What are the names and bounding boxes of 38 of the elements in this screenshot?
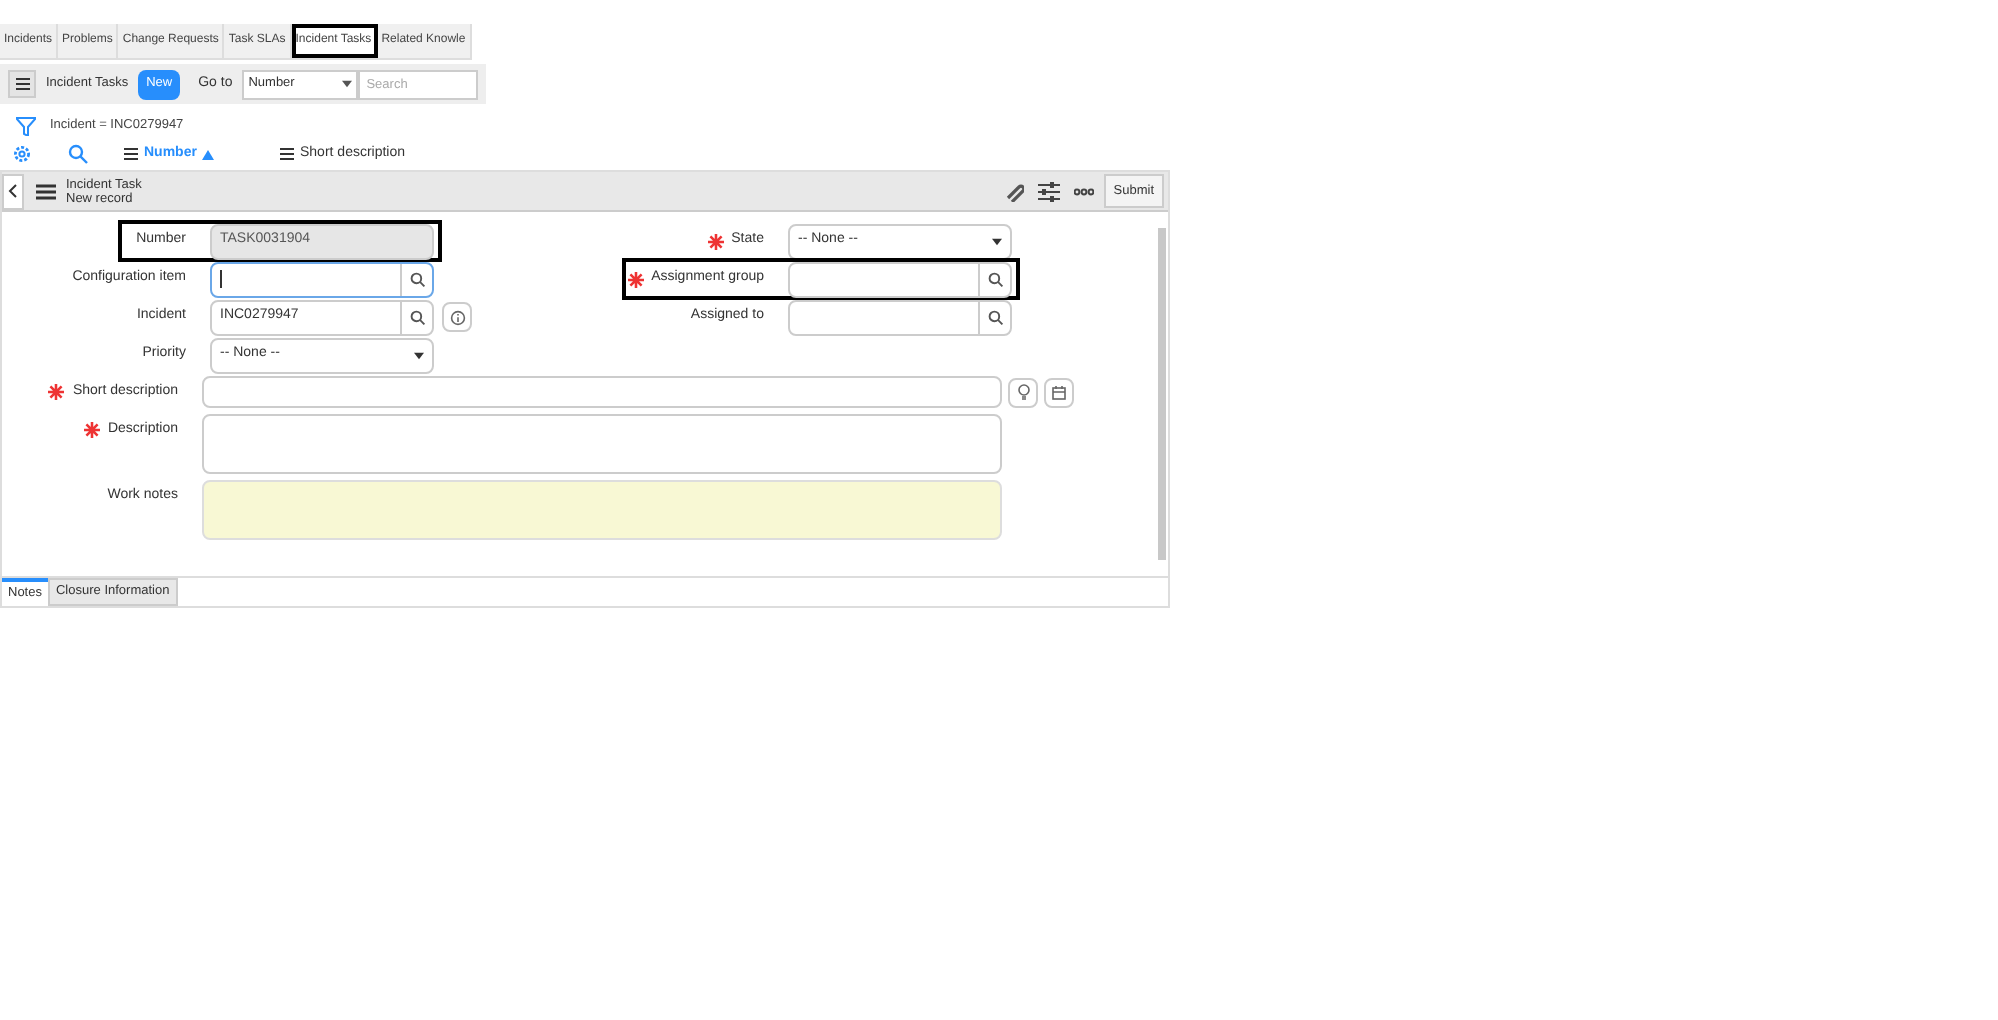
scrollbar[interactable] xyxy=(1158,228,1166,560)
search-icon xyxy=(987,271,1003,287)
menu-button[interactable] xyxy=(8,70,36,98)
description-field[interactable] xyxy=(202,414,1002,474)
column-menu-icon[interactable] xyxy=(280,148,294,160)
required-icon xyxy=(627,271,644,287)
dropdown-icon xyxy=(414,351,424,359)
paperclip-icon[interactable] xyxy=(1003,181,1024,201)
work-notes-field[interactable] xyxy=(202,480,1002,540)
dropdown-icon xyxy=(992,237,1002,245)
back-button[interactable] xyxy=(2,173,24,209)
dropdown-icon xyxy=(342,80,353,88)
search-icon xyxy=(409,309,425,325)
info-icon xyxy=(449,309,465,325)
lightbulb-icon xyxy=(1017,384,1029,400)
search-icon[interactable] xyxy=(68,144,88,164)
template-button[interactable] xyxy=(1044,377,1074,407)
reference-field[interactable] xyxy=(788,299,1012,335)
menu-icon[interactable] xyxy=(36,183,56,199)
required-icon xyxy=(83,422,100,439)
more-icon[interactable] xyxy=(1073,187,1094,195)
info-button[interactable] xyxy=(442,302,472,332)
filter-icon[interactable] xyxy=(16,116,36,136)
back-icon xyxy=(8,184,18,198)
short-description-field[interactable] xyxy=(202,376,1002,408)
suggestion-button[interactable] xyxy=(1008,377,1038,407)
search-icon xyxy=(987,309,1003,325)
required-icon xyxy=(48,384,65,401)
reference-field[interactable] xyxy=(788,261,1012,297)
search-icon xyxy=(409,271,425,287)
column-menu-icon[interactable] xyxy=(124,148,138,160)
menu-icon xyxy=(15,78,29,90)
calendar-icon xyxy=(1052,385,1066,399)
settings-sliders-icon[interactable] xyxy=(1037,181,1060,201)
reference-field[interactable] xyxy=(210,261,434,297)
required-icon xyxy=(707,233,724,249)
gear-icon[interactable] xyxy=(12,144,32,164)
sort-ascending-icon xyxy=(202,149,215,159)
